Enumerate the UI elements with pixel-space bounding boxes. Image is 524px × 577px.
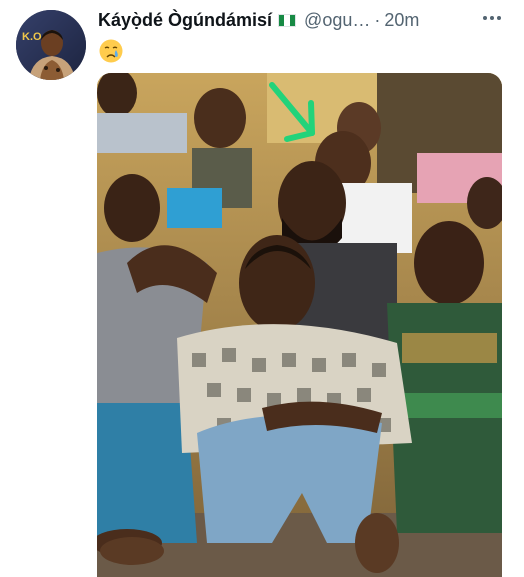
tweet-header: Káyọ̀dé Ògúndámisí @ogu… · 20m: [98, 9, 504, 31]
tweet-text: [98, 38, 124, 64]
more-options-icon[interactable]: [480, 6, 504, 30]
crying-face-icon: [99, 39, 123, 63]
avatar[interactable]: K.O.: [16, 10, 86, 80]
nigeria-flag-icon: [278, 13, 297, 27]
photo-illustration: [97, 73, 502, 577]
author-handle[interactable]: @ogu…: [304, 9, 370, 31]
avatar-image: K.O.: [16, 10, 86, 80]
separator-dot: ·: [374, 10, 381, 30]
tweet-photo[interactable]: [97, 73, 502, 577]
author-display-name[interactable]: Káyọ̀dé Ògúndámisí: [98, 9, 272, 31]
tweet: K.O. Káyọ̀dé Ògúndámisí @ogu… · 20m: [0, 0, 524, 577]
timestamp[interactable]: 20m: [384, 9, 419, 31]
